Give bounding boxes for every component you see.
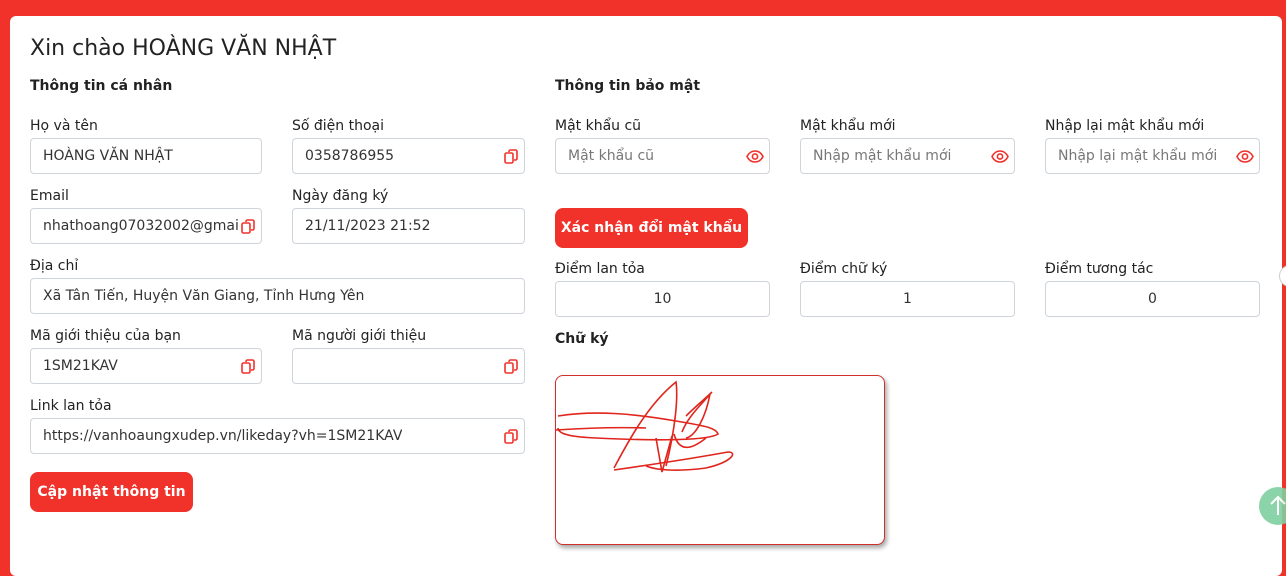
arrow-up-icon bbox=[1270, 495, 1286, 515]
change-password-button[interactable]: Xác nhận đổi mật khẩu bbox=[555, 208, 748, 248]
old-password-label: Mật khẩu cũ bbox=[555, 118, 642, 134]
spread-points-value: 10 bbox=[653, 291, 672, 307]
confirm-password-field[interactable]: Nhập lại mật khẩu mới bbox=[1045, 138, 1260, 174]
referrer-code-label: Mã người giới thiệu bbox=[292, 328, 427, 344]
old-password-placeholder: Mật khẩu cũ bbox=[568, 148, 655, 164]
share-link-field[interactable]: https://vanhoaungxudep.vn/likeday?vh=1SM… bbox=[30, 418, 525, 454]
eye-icon[interactable] bbox=[746, 150, 764, 163]
page-title: Xin chào HOÀNG VĂN NHẬT bbox=[30, 36, 337, 61]
interaction-points-value: 0 bbox=[1148, 291, 1157, 307]
signature-pad[interactable] bbox=[555, 375, 885, 545]
signature-points-value: 1 bbox=[903, 291, 912, 307]
copy-icon[interactable] bbox=[504, 149, 518, 164]
copy-icon[interactable] bbox=[504, 359, 518, 374]
security-section-title: Thông tin bảo mật bbox=[555, 78, 701, 94]
phone-field[interactable]: 0358786955 bbox=[292, 138, 525, 174]
my-referral-label: Mã giới thiệu của bạn bbox=[30, 328, 181, 344]
personal-section-title: Thông tin cá nhân bbox=[30, 78, 173, 94]
copy-icon[interactable] bbox=[241, 359, 255, 374]
old-password-field[interactable]: Mật khẩu cũ bbox=[555, 138, 770, 174]
scroll-top-button[interactable] bbox=[1259, 487, 1286, 525]
update-info-button[interactable]: Cập nhật thông tin bbox=[30, 472, 193, 512]
signature-label: Chữ ký bbox=[555, 331, 609, 347]
address-value: Xã Tân Tiến, Huyện Văn Giang, Tỉnh Hưng … bbox=[43, 288, 365, 304]
register-date-field[interactable]: 21/11/2023 21:52 bbox=[292, 208, 525, 244]
full-name-field[interactable]: HOÀNG VĂN NHẬT bbox=[30, 138, 262, 174]
share-link-value: https://vanhoaungxudep.vn/likeday?vh=1SM… bbox=[43, 428, 403, 444]
profile-card: Xin chào HOÀNG VĂN NHẬT Thông tin cá nhâ… bbox=[10, 16, 1282, 576]
email-value: nhathoang07032002@gmail bbox=[43, 218, 239, 234]
my-referral-value: 1SM21KAV bbox=[43, 358, 118, 374]
copy-icon[interactable] bbox=[241, 219, 255, 234]
signature-drawing bbox=[555, 380, 734, 473]
new-password-placeholder: Nhập mật khẩu mới bbox=[813, 148, 952, 164]
signature-points-field: 1 bbox=[800, 281, 1015, 317]
my-referral-field[interactable]: 1SM21KAV bbox=[30, 348, 262, 384]
copy-icon[interactable] bbox=[504, 429, 518, 444]
interaction-points-field: 0 bbox=[1045, 281, 1260, 317]
share-link-label: Link lan tỏa bbox=[30, 398, 112, 414]
address-field[interactable]: Xã Tân Tiến, Huyện Văn Giang, Tỉnh Hưng … bbox=[30, 278, 525, 314]
referrer-code-field[interactable] bbox=[292, 348, 525, 384]
phone-value: 0358786955 bbox=[305, 148, 395, 164]
confirm-password-label: Nhập lại mật khẩu mới bbox=[1045, 118, 1205, 134]
new-password-field[interactable]: Nhập mật khẩu mới bbox=[800, 138, 1015, 174]
spread-points-field: 10 bbox=[555, 281, 770, 317]
confirm-password-placeholder: Nhập lại mật khẩu mới bbox=[1058, 148, 1218, 164]
eye-icon[interactable] bbox=[1236, 150, 1254, 163]
address-label: Địa chỉ bbox=[30, 258, 79, 274]
email-field[interactable]: nhathoang07032002@gmail bbox=[30, 208, 262, 244]
email-label: Email bbox=[30, 188, 69, 204]
interaction-points-label: Điểm tương tác bbox=[1045, 261, 1154, 277]
register-date-label: Ngày đăng ký bbox=[292, 188, 389, 204]
spread-points-label: Điểm lan tỏa bbox=[555, 261, 645, 277]
phone-label: Số điện thoại bbox=[292, 118, 385, 134]
full-name-value: HOÀNG VĂN NHẬT bbox=[43, 148, 173, 164]
signature-points-label: Điểm chữ ký bbox=[800, 261, 888, 277]
full-name-label: Họ và tên bbox=[30, 118, 98, 134]
new-password-label: Mật khẩu mới bbox=[800, 118, 896, 134]
register-date-value: 21/11/2023 21:52 bbox=[305, 218, 431, 234]
eye-icon[interactable] bbox=[991, 150, 1009, 163]
